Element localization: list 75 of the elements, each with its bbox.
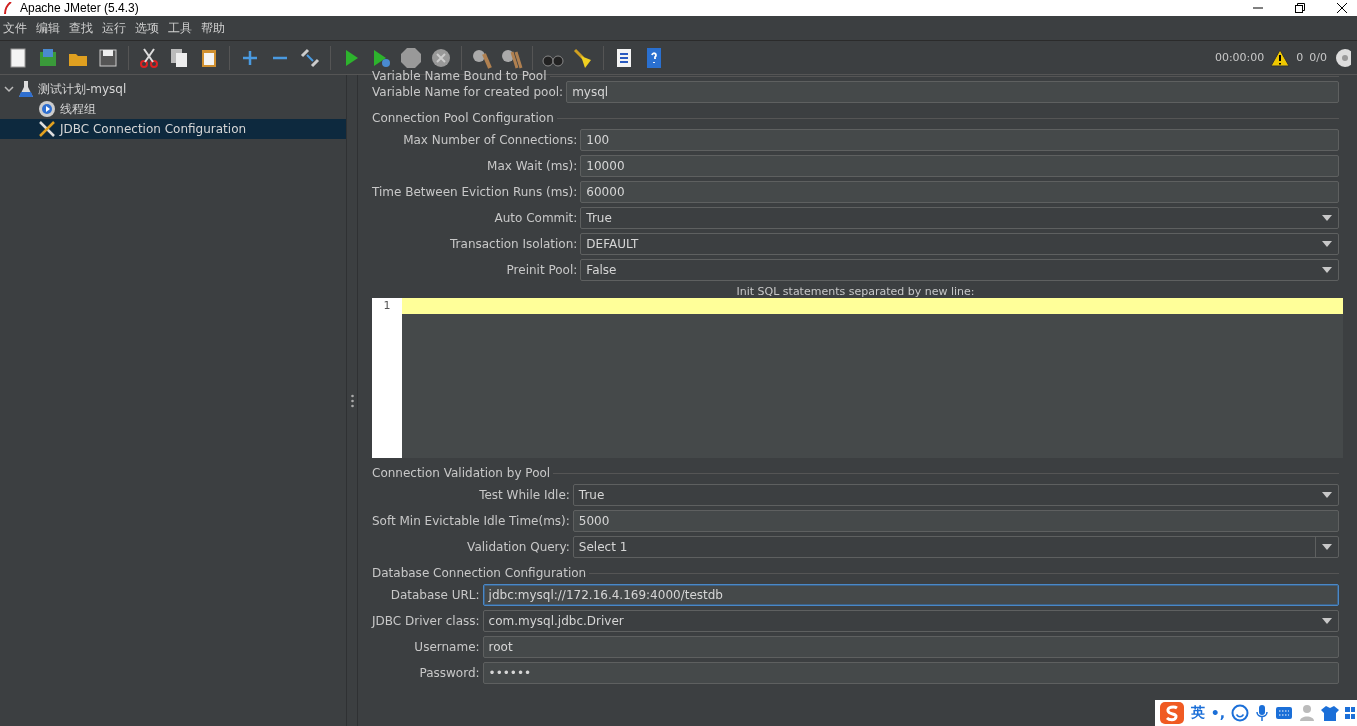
keyboard-icon[interactable] — [1275, 706, 1293, 720]
input-field[interactable]: 5000 — [572, 510, 1339, 532]
input-field[interactable]: jdbc:mysql://172.16.4.169:4000/testdb — [482, 584, 1339, 606]
field-label: Auto Commit: — [493, 211, 578, 225]
dropdown-arrow-icon[interactable] — [1322, 618, 1332, 624]
microphone-icon[interactable] — [1255, 704, 1269, 722]
input-field[interactable]: 100 — [580, 129, 1339, 151]
menu-item[interactable]: 文件 — [3, 19, 27, 37]
menu-item[interactable]: 编辑 — [36, 19, 60, 37]
field-label: Max Wait (ms): — [486, 159, 578, 173]
tree-item[interactable]: 线程组 — [0, 99, 346, 119]
dropdown[interactable]: True — [572, 484, 1339, 506]
splitter-handle-icon[interactable] — [350, 393, 354, 408]
shirt-icon[interactable] — [1321, 705, 1339, 721]
tree-item-label: 线程组 — [60, 100, 96, 118]
window-title: Apache JMeter (5.4.3) — [20, 1, 139, 15]
field-label: Preinit Pool: — [505, 263, 578, 277]
editor-title: Init SQL statements separated by new line: — [735, 285, 976, 298]
menu-item[interactable]: 查找 — [69, 19, 93, 37]
restore-icon[interactable] — [1295, 3, 1305, 13]
dropdown[interactable]: Select 1 — [572, 536, 1339, 558]
field-label: Test While Idle: — [478, 488, 570, 502]
smiley-icon[interactable] — [1231, 704, 1249, 722]
field-label: Database URL: — [389, 588, 480, 602]
section-title: Connection Validation by Pool — [372, 466, 551, 480]
field-label: Time Between Eviction Runs (ms): — [372, 185, 578, 199]
tree-item[interactable]: 测试计划-mysql — [0, 79, 346, 99]
dropdown[interactable]: com.mysql.jdbc.Driver — [482, 610, 1339, 632]
menu-item[interactable]: 选项 — [135, 19, 159, 37]
dropdown[interactable]: DEFAULT — [580, 233, 1339, 255]
flask-icon — [18, 80, 34, 98]
dropdown-arrow-icon[interactable] — [1322, 267, 1332, 273]
ime-logo-icon[interactable] — [1158, 701, 1185, 725]
code-editor[interactable]: 1 — [372, 298, 1343, 458]
stop-icon[interactable] — [399, 45, 423, 70]
menu-item[interactable]: 工具 — [168, 19, 192, 37]
error-count: 0 — [1296, 51, 1304, 64]
ime-language[interactable]: 英 — [1190, 704, 1205, 722]
thread-count: 0/0 — [1309, 51, 1327, 64]
field-label: Variable Name for created pool: — [372, 85, 564, 99]
tree-item-label: 测试计划-mysql — [38, 80, 127, 98]
tree-item[interactable]: JDBC Connection Configuration — [0, 119, 346, 139]
input-field[interactable]: 60000 — [580, 181, 1339, 203]
input-field[interactable]: mysql — [566, 81, 1339, 103]
feather-icon — [4, 2, 12, 14]
field-label: Username: — [413, 640, 480, 654]
dropdown-arrow-icon[interactable] — [1322, 241, 1332, 247]
section-title: Variable Name Bound to Pool — [372, 69, 547, 83]
ime-punctuation[interactable]: •, — [1210, 705, 1225, 721]
input-field[interactable]: 10000 — [580, 155, 1339, 177]
tree-item-label: JDBC Connection Configuration — [60, 122, 247, 136]
field-label: Transaction Isolation: — [449, 237, 578, 251]
grid-icon[interactable] — [1345, 705, 1355, 721]
menu-item[interactable]: 帮助 — [201, 19, 225, 37]
menu-item[interactable]: 运行 — [102, 19, 126, 37]
field-label: Soft Min Evictable Idle Time(ms): — [372, 514, 570, 528]
section-title: Connection Pool Configuration — [372, 111, 554, 125]
dropdown-arrow-icon[interactable] — [1322, 492, 1332, 498]
dropdown[interactable]: False — [580, 259, 1339, 281]
dropdown[interactable]: True — [580, 207, 1339, 229]
line-number: 1 — [382, 299, 392, 312]
dropdown-arrow-icon[interactable] — [1322, 544, 1332, 550]
dropdown-arrow-icon[interactable] — [1322, 215, 1332, 221]
input-field[interactable]: root — [482, 636, 1339, 658]
field-label: Max Number of Connections: — [402, 133, 578, 147]
elapsed-time: 00:00:00 — [1214, 51, 1265, 64]
field-label: Validation Query: — [466, 540, 570, 554]
chevron-down-icon[interactable] — [4, 84, 14, 94]
input-field[interactable]: •••••• — [482, 662, 1339, 684]
close-icon[interactable] — [1337, 3, 1347, 13]
tools-icon — [38, 120, 56, 138]
field-label: JDBC Driver class: — [372, 614, 480, 628]
warning-icon[interactable] — [1270, 48, 1291, 67]
section-title: Database Connection Configuration — [372, 566, 587, 580]
field-label: Password: — [418, 666, 480, 680]
